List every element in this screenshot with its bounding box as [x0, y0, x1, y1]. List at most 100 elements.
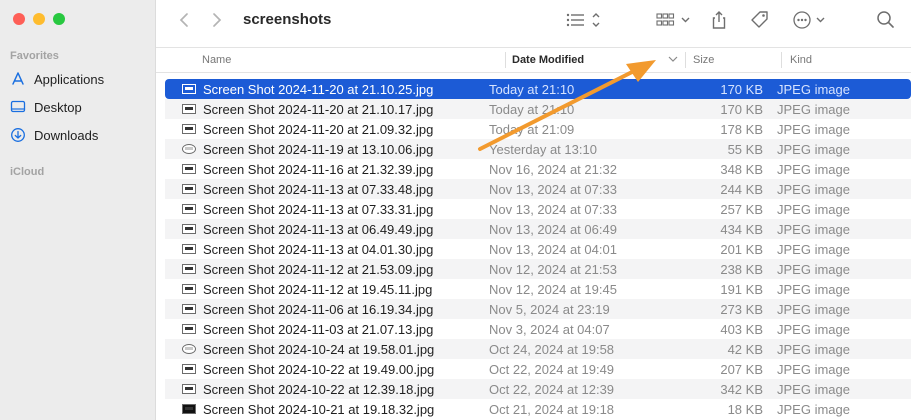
file-row[interactable]: Screen Shot 2024-11-12 at 19.45.11.jpg No… [165, 279, 911, 299]
file-row[interactable]: Screen Shot 2024-11-19 at 13.10.06.jpg Ye… [165, 139, 911, 159]
file-size: 201 KB [720, 241, 763, 257]
file-date-modified: Nov 12, 2024 at 21:53 [489, 261, 617, 277]
file-name: Screen Shot 2024-11-20 at 21.10.17.jpg [203, 101, 434, 117]
file-name: Screen Shot 2024-11-13 at 07.33.31.jpg [203, 201, 434, 217]
file-name: Screen Shot 2024-11-13 at 07.33.48.jpg [203, 181, 434, 197]
file-row[interactable]: Screen Shot 2024-11-20 at 21.10.25.jpg To… [165, 79, 911, 99]
jpeg-file-icon [182, 304, 196, 314]
jpeg-file-icon [182, 104, 196, 114]
sort-indicator[interactable] [668, 48, 678, 72]
back-button[interactable] [174, 10, 194, 30]
file-date-modified: Oct 24, 2024 at 19:58 [489, 341, 615, 357]
file-name: Screen Shot 2024-11-13 at 06.49.49.jpg [203, 221, 434, 237]
file-row[interactable]: Screen Shot 2024-11-13 at 07.33.31.jpg No… [165, 199, 911, 219]
file-date-modified: Nov 13, 2024 at 04:01 [489, 241, 617, 257]
file-date-modified: Nov 13, 2024 at 07:33 [489, 201, 617, 217]
sidebar-item-downloads[interactable]: Downloads [10, 124, 98, 146]
view-options-button[interactable] [566, 9, 602, 31]
jpeg-file-icon [182, 324, 196, 334]
search-icon [877, 11, 894, 28]
column-header: Name Date Modified Size Kind [156, 47, 911, 73]
group-button[interactable] [656, 9, 692, 31]
window-controls [13, 13, 65, 25]
file-kind: JPEG image [777, 261, 850, 277]
file-kind: JPEG image [777, 221, 850, 237]
jpeg-file-icon [182, 404, 196, 414]
file-row[interactable]: Screen Shot 2024-11-06 at 16.19.34.jpg No… [165, 299, 911, 319]
file-name: Screen Shot 2024-11-06 at 16.19.34.jpg [203, 301, 434, 317]
close-window-button[interactable] [13, 13, 25, 25]
file-size: 18 KB [727, 401, 763, 417]
file-kind: JPEG image [777, 361, 850, 377]
share-button[interactable] [710, 9, 728, 31]
jpeg-file-icon [182, 184, 196, 194]
column-divider[interactable] [781, 52, 782, 68]
sidebar-item-desktop[interactable]: Desktop [10, 96, 82, 118]
file-size: 238 KB [720, 261, 763, 277]
file-kind: JPEG image [777, 161, 850, 177]
jpeg-file-icon [182, 364, 196, 374]
file-row[interactable]: Screen Shot 2024-11-20 at 21.09.32.jpg To… [165, 119, 911, 139]
file-date-modified: Nov 12, 2024 at 19:45 [489, 281, 617, 297]
file-row[interactable]: Screen Shot 2024-10-24 at 19.58.01.jpg Oc… [165, 339, 911, 359]
column-name[interactable]: Name [202, 48, 231, 72]
file-list: Screen Shot 2024-11-20 at 21.10.25.jpg To… [165, 79, 911, 419]
sidebar: Favorites Applications Desktop Downloads… [0, 0, 156, 420]
jpeg-file-icon [182, 264, 196, 274]
file-row[interactable]: Screen Shot 2024-11-20 at 21.10.17.jpg To… [165, 99, 911, 119]
minimize-window-button[interactable] [33, 13, 45, 25]
list-view-icon [566, 13, 600, 27]
column-divider[interactable] [505, 52, 506, 68]
file-size: 170 KB [720, 101, 763, 117]
jpeg-file-icon [182, 224, 196, 234]
applications-icon [10, 71, 26, 87]
file-kind: JPEG image [777, 121, 850, 137]
file-name: Screen Shot 2024-11-12 at 19.45.11.jpg [203, 281, 433, 297]
file-row[interactable]: Screen Shot 2024-11-16 at 21.32.39.jpg No… [165, 159, 911, 179]
sidebar-item-label: Desktop [34, 99, 82, 115]
file-row[interactable]: Screen Shot 2024-11-12 at 21.53.09.jpg No… [165, 259, 911, 279]
window-title: screenshots [243, 11, 332, 28]
sidebar-item-applications[interactable]: Applications [10, 68, 104, 90]
jpeg-file-icon [182, 84, 196, 94]
file-kind: JPEG image [777, 201, 850, 217]
tag-button[interactable] [750, 9, 770, 31]
file-kind: JPEG image [777, 181, 850, 197]
column-size[interactable]: Size [693, 48, 714, 72]
file-row[interactable]: Screen Shot 2024-11-13 at 04.01.30.jpg No… [165, 239, 911, 259]
toolbar: screenshots [156, 0, 911, 44]
jpeg-file-icon [182, 384, 196, 394]
jpeg-file-icon [182, 204, 196, 214]
gallery-view-icon [656, 13, 690, 26]
file-date-modified: Nov 3, 2024 at 04:07 [489, 321, 610, 337]
file-kind: JPEG image [777, 321, 850, 337]
file-row[interactable]: Screen Shot 2024-10-21 at 19.18.32.jpg Oc… [165, 399, 911, 419]
jpeg-file-icon [182, 124, 196, 134]
file-row[interactable]: Screen Shot 2024-11-03 at 21.07.13.jpg No… [165, 319, 911, 339]
column-divider[interactable] [685, 52, 686, 68]
file-size: 42 KB [727, 341, 763, 357]
file-kind: JPEG image [777, 401, 850, 417]
desktop-icon [10, 99, 26, 115]
file-kind: JPEG image [777, 381, 850, 397]
favorites-section-title: Favorites [10, 50, 59, 62]
file-kind: JPEG image [777, 301, 850, 317]
column-kind[interactable]: Kind [790, 48, 812, 72]
file-row[interactable]: Screen Shot 2024-11-13 at 07.33.48.jpg No… [165, 179, 911, 199]
file-row[interactable]: Screen Shot 2024-10-22 at 12.39.18.jpg Oc… [165, 379, 911, 399]
file-kind: JPEG image [777, 341, 850, 357]
column-date-modified[interactable]: Date Modified [512, 48, 584, 72]
file-row[interactable]: Screen Shot 2024-11-13 at 06.49.49.jpg No… [165, 219, 911, 239]
forward-button[interactable] [207, 10, 227, 30]
file-row[interactable]: Screen Shot 2024-10-22 at 19.49.00.jpg Oc… [165, 359, 911, 379]
file-date-modified: Nov 5, 2024 at 23:19 [489, 301, 610, 317]
file-date-modified: Oct 22, 2024 at 12:39 [489, 381, 615, 397]
file-date-modified: Today at 21:10 [489, 101, 575, 117]
forward-icon [213, 13, 222, 27]
file-size: 191 KB [720, 281, 763, 297]
zoom-window-button[interactable] [53, 13, 65, 25]
more-actions-button[interactable] [792, 9, 828, 31]
search-button[interactable] [876, 9, 896, 31]
back-icon [179, 13, 188, 27]
downloads-icon [10, 127, 26, 143]
